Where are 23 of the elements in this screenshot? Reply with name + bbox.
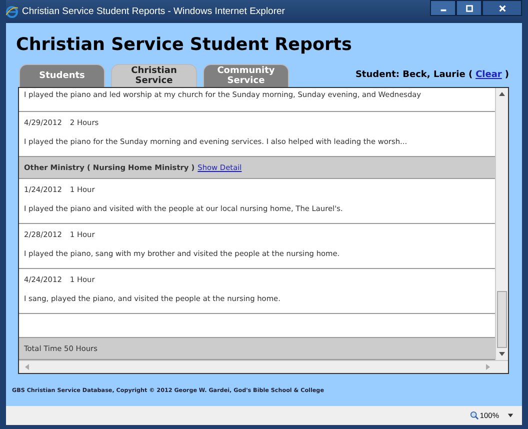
page-title: Christian Service Student Reports	[16, 35, 353, 55]
tab[interactable]: Community Service	[203, 64, 289, 87]
clear-link[interactable]: Clear	[476, 70, 502, 80]
scroll-right-icon	[484, 363, 492, 371]
maximize-icon	[464, 4, 474, 12]
minimize-button[interactable]	[430, 0, 456, 16]
student-label: Student: Beck, Laurie (	[355, 70, 473, 80]
zoom-icon	[470, 411, 479, 420]
horizontal-scrollbar[interactable]	[19, 360, 508, 373]
scroll-left-icon	[23, 363, 31, 371]
close-icon	[498, 4, 506, 12]
tab[interactable]: Christian Service	[111, 64, 197, 87]
scroll-down-icon	[498, 350, 506, 358]
scroll-up-icon	[498, 90, 506, 98]
vertical-scrollbar[interactable]	[495, 88, 508, 360]
window-title: Christian Service Student Reports - Windows Internet Explorer	[22, 6, 285, 17]
scroll-thumb[interactable]	[497, 291, 507, 348]
browser-logo-icon	[6, 6, 18, 18]
dropdown-caret-icon[interactable]	[507, 412, 514, 419]
maximize-button[interactable]	[456, 0, 482, 16]
student-suffix: )	[504, 70, 509, 80]
close-button[interactable]	[482, 0, 522, 16]
tab[interactable]: Students	[19, 64, 105, 87]
